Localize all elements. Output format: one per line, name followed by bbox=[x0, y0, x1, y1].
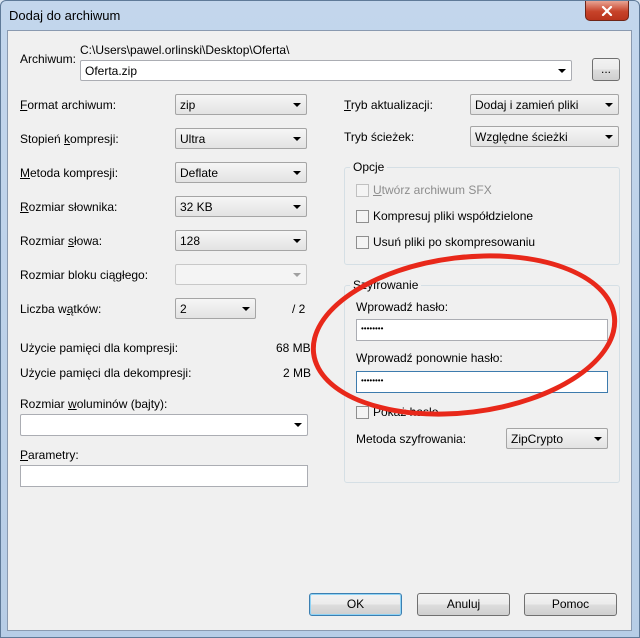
encryption-title: Szyfrowanie bbox=[350, 278, 422, 292]
method-combo[interactable]: Deflate bbox=[175, 162, 307, 183]
word-size-combo[interactable]: 128 bbox=[175, 230, 307, 251]
format-value: zip bbox=[180, 98, 196, 112]
level-combo[interactable]: Ultra bbox=[175, 128, 307, 149]
cancel-button[interactable]: Anuluj bbox=[417, 593, 510, 616]
repeat-password-input[interactable]: •••••••• bbox=[356, 371, 608, 393]
dictionary-label: Rozmiar słownika: bbox=[20, 200, 118, 214]
sfx-label: Utwórz archiwum SFX bbox=[373, 183, 492, 197]
options-title: Opcje bbox=[350, 160, 388, 174]
encryption-method-value: ZipCrypto bbox=[511, 432, 564, 446]
level-label: Stopień kompresji: bbox=[20, 132, 119, 146]
close-icon bbox=[601, 5, 613, 16]
chevron-down-icon bbox=[293, 103, 301, 107]
password-label: Wprowadź hasło: bbox=[356, 300, 449, 314]
ok-button[interactable]: OK bbox=[309, 593, 402, 616]
chevron-down-icon bbox=[293, 137, 301, 141]
chevron-down-icon bbox=[294, 423, 302, 427]
update-mode-value: Dodaj i zamień pliki bbox=[475, 98, 579, 112]
chevron-down-icon bbox=[293, 205, 301, 209]
memory-decompression-label: Użycie pamięci dla dekompresji: bbox=[20, 366, 192, 380]
path-mode-combo[interactable]: Względne ścieżki bbox=[470, 126, 619, 147]
show-password-label: Pokaż hasło bbox=[373, 405, 439, 419]
chevron-down-icon bbox=[293, 239, 301, 243]
archive-filename-value: Oferta.zip bbox=[85, 64, 138, 78]
close-button[interactable] bbox=[585, 1, 629, 21]
password-input[interactable]: •••••••• bbox=[356, 319, 608, 341]
threads-combo[interactable]: 2 bbox=[175, 298, 256, 319]
encryption-method-label: Metoda szyfrowania: bbox=[356, 432, 467, 446]
solid-block-label: Rozmiar bloku ciągłego: bbox=[20, 268, 149, 282]
memory-decompression-value: 2 MB bbox=[283, 366, 312, 380]
format-combo[interactable]: zip bbox=[175, 94, 307, 115]
dictionary-combo[interactable]: 32 KB bbox=[175, 196, 307, 217]
volumes-label: Rozmiar woluminów (bajty): bbox=[20, 397, 168, 411]
threads-value: 2 bbox=[180, 302, 187, 316]
path-mode-label: Tryb ścieżek: bbox=[344, 130, 415, 144]
archive-label: Archiwum: bbox=[20, 52, 77, 66]
help-button[interactable]: Pomoc bbox=[524, 593, 617, 616]
encryption-method-combo[interactable]: ZipCrypto bbox=[506, 428, 608, 449]
method-label: Metoda kompresji: bbox=[20, 166, 119, 180]
method-value: Deflate bbox=[180, 166, 219, 180]
update-mode-label: Tryb aktualizacji: bbox=[344, 98, 433, 112]
format-label: Format archiwum: bbox=[20, 98, 117, 112]
chevron-down-icon bbox=[558, 69, 566, 73]
chevron-down-icon bbox=[293, 171, 301, 175]
delete-after-checkbox[interactable] bbox=[356, 236, 369, 249]
chevron-down-icon bbox=[293, 273, 301, 277]
shared-files-checkbox[interactable] bbox=[356, 210, 369, 223]
volumes-combo[interactable] bbox=[20, 414, 308, 436]
delete-after-label: Usuń pliki po skompresowaniu bbox=[373, 235, 536, 249]
memory-compression-value: 68 MB bbox=[276, 341, 311, 355]
archive-path: C:\Users\pawel.orlinski\Desktop\Oferta\ bbox=[80, 43, 290, 57]
memory-compression-label: Użycie pamięci dla kompresji: bbox=[20, 341, 179, 355]
word-size-label: Rozmiar słowa: bbox=[20, 234, 103, 248]
archive-filename-combo[interactable]: Oferta.zip bbox=[80, 60, 572, 81]
chevron-down-icon bbox=[605, 103, 613, 107]
window-title: Dodaj do archiwum bbox=[9, 8, 121, 23]
update-mode-combo[interactable]: Dodaj i zamień pliki bbox=[470, 94, 619, 115]
threads-label: Liczba wątków: bbox=[20, 302, 102, 316]
solid-block-combo bbox=[175, 264, 307, 285]
chevron-down-icon bbox=[605, 135, 613, 139]
parameters-input[interactable] bbox=[20, 465, 308, 487]
show-password-checkbox[interactable] bbox=[356, 406, 369, 419]
chevron-down-icon bbox=[242, 307, 250, 311]
sfx-checkbox[interactable] bbox=[356, 184, 369, 197]
path-mode-value: Względne ścieżki bbox=[475, 130, 568, 144]
title-bar[interactable]: Dodaj do archiwum bbox=[1, 1, 639, 31]
chevron-down-icon bbox=[594, 437, 602, 441]
threads-max: / 2 bbox=[292, 302, 306, 316]
level-value: Ultra bbox=[180, 132, 206, 146]
repeat-password-label: Wprowadź ponownie hasło: bbox=[356, 351, 503, 365]
browse-button[interactable]: ... bbox=[592, 58, 620, 81]
dictionary-value: 32 KB bbox=[180, 200, 213, 214]
shared-files-label: Kompresuj pliki współdzielone bbox=[373, 209, 534, 223]
word-size-value: 128 bbox=[180, 234, 201, 248]
parameters-label: Parametry: bbox=[20, 448, 79, 462]
